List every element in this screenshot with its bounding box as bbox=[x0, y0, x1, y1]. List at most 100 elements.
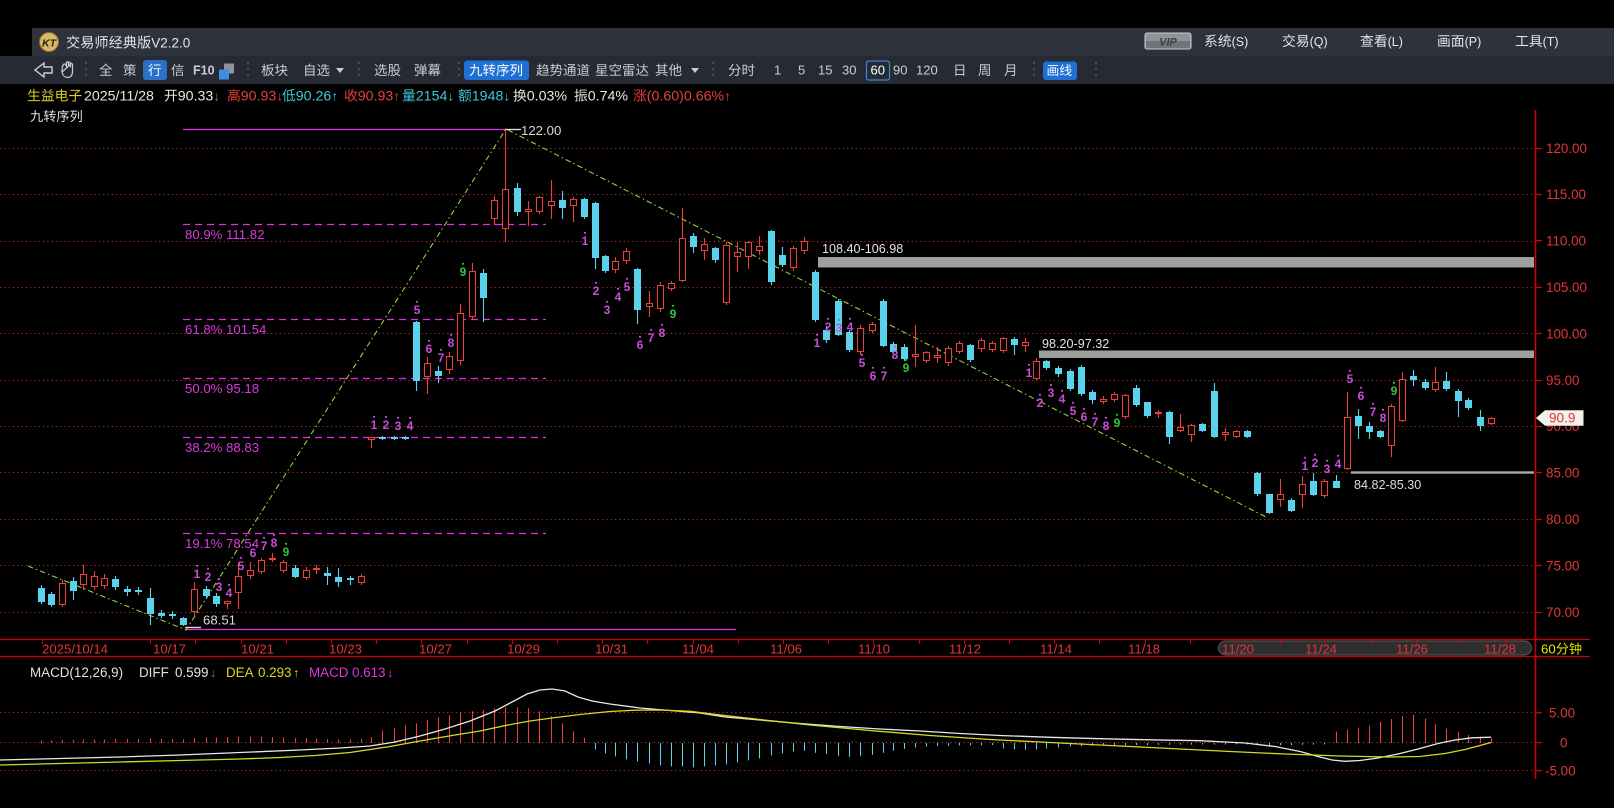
svg-text:2025/10/14: 2025/10/14 bbox=[42, 642, 108, 657]
svg-text:↓: ↓ bbox=[448, 89, 455, 104]
svg-text:8: 8 bbox=[448, 336, 455, 350]
svg-text:4: 4 bbox=[226, 586, 233, 600]
svg-text:2154: 2154 bbox=[416, 89, 448, 105]
svg-text:(T): (T) bbox=[1543, 35, 1559, 49]
svg-text:120.00: 120.00 bbox=[1546, 141, 1587, 156]
svg-text:3: 3 bbox=[395, 419, 402, 433]
svg-text:10/21: 10/21 bbox=[241, 642, 274, 657]
svg-text:8: 8 bbox=[659, 326, 666, 340]
svg-text:8: 8 bbox=[1380, 411, 1387, 425]
svg-text:↓: ↓ bbox=[210, 666, 216, 680]
svg-text:9: 9 bbox=[283, 545, 290, 559]
svg-text:120: 120 bbox=[916, 63, 938, 78]
svg-text:7: 7 bbox=[648, 331, 655, 345]
svg-text:9: 9 bbox=[460, 265, 467, 279]
svg-text:11/12: 11/12 bbox=[949, 642, 981, 657]
svg-text:4: 4 bbox=[1335, 457, 1342, 471]
svg-text:6: 6 bbox=[1358, 389, 1365, 403]
svg-text:7: 7 bbox=[261, 539, 268, 553]
svg-text:2: 2 bbox=[383, 418, 390, 432]
svg-text:3: 3 bbox=[604, 303, 611, 317]
svg-text:4: 4 bbox=[847, 320, 854, 334]
svg-text:11/28: 11/28 bbox=[1484, 642, 1516, 657]
svg-text:11/26: 11/26 bbox=[1396, 642, 1428, 657]
svg-text:10/23: 10/23 bbox=[329, 642, 362, 657]
svg-text:80.00: 80.00 bbox=[1546, 512, 1580, 527]
svg-text:3: 3 bbox=[1324, 462, 1331, 476]
svg-text:5: 5 bbox=[238, 559, 245, 573]
svg-text:11/10: 11/10 bbox=[858, 642, 890, 657]
svg-text:MACD: MACD bbox=[309, 665, 349, 680]
svg-text:110.00: 110.00 bbox=[1546, 234, 1586, 249]
svg-text:(P): (P) bbox=[1465, 35, 1482, 49]
svg-text:0.293: 0.293 bbox=[258, 665, 292, 680]
svg-text:11/20: 11/20 bbox=[1222, 642, 1254, 657]
svg-text:5.00: 5.00 bbox=[1549, 706, 1575, 721]
svg-text:6: 6 bbox=[250, 546, 257, 560]
svg-text:(0.60)0.66%: (0.60)0.66% bbox=[647, 89, 725, 105]
svg-text:84.82-85.30: 84.82-85.30 bbox=[1354, 478, 1421, 492]
svg-text:9: 9 bbox=[670, 307, 677, 321]
svg-text:5: 5 bbox=[1347, 372, 1354, 386]
svg-text:90.26: 90.26 bbox=[296, 89, 332, 105]
svg-text:10/17: 10/17 bbox=[153, 642, 186, 657]
svg-text:10/27: 10/27 bbox=[419, 642, 452, 657]
svg-text:98.20-97.32: 98.20-97.32 bbox=[1042, 337, 1109, 351]
svg-text:6: 6 bbox=[1081, 410, 1088, 424]
svg-text:↓: ↓ bbox=[277, 89, 284, 104]
svg-text:0.613: 0.613 bbox=[352, 665, 386, 680]
svg-text:VIP: VIP bbox=[1159, 37, 1177, 49]
svg-text:(L): (L) bbox=[1388, 35, 1403, 49]
svg-text:7: 7 bbox=[881, 369, 888, 383]
svg-text:50.0% 95.18: 50.0% 95.18 bbox=[185, 381, 259, 396]
svg-text:80.9% 111.82: 80.9% 111.82 bbox=[185, 227, 264, 242]
svg-text:75.00: 75.00 bbox=[1546, 558, 1580, 573]
svg-text:0: 0 bbox=[1560, 735, 1567, 750]
svg-text:6: 6 bbox=[870, 369, 877, 383]
svg-text:68.51: 68.51 bbox=[203, 613, 236, 628]
svg-text:7: 7 bbox=[1370, 405, 1377, 419]
svg-text:1: 1 bbox=[371, 418, 378, 432]
svg-text:11/14: 11/14 bbox=[1040, 642, 1072, 657]
svg-text:2: 2 bbox=[1037, 396, 1044, 410]
svg-text:8: 8 bbox=[892, 348, 899, 362]
svg-text:↑: ↑ bbox=[293, 666, 299, 680]
svg-text:9: 9 bbox=[1114, 416, 1121, 430]
svg-text:0.74%: 0.74% bbox=[588, 89, 629, 105]
svg-text:5: 5 bbox=[859, 356, 866, 370]
svg-text:95.00: 95.00 bbox=[1546, 373, 1580, 388]
svg-text:DIFF: DIFF bbox=[139, 665, 169, 680]
svg-text:↓: ↓ bbox=[504, 89, 511, 104]
svg-text:90: 90 bbox=[893, 63, 907, 78]
svg-text:15: 15 bbox=[818, 63, 832, 78]
svg-text:2: 2 bbox=[825, 320, 832, 334]
svg-text:10/29: 10/29 bbox=[507, 642, 540, 657]
svg-text:1: 1 bbox=[774, 63, 781, 78]
svg-text:1: 1 bbox=[1026, 366, 1033, 380]
svg-text:90.33: 90.33 bbox=[178, 89, 214, 105]
svg-text:V2.2.0: V2.2.0 bbox=[151, 36, 190, 51]
svg-text:60: 60 bbox=[1541, 642, 1556, 657]
svg-text:6: 6 bbox=[637, 338, 644, 352]
svg-text:105.00: 105.00 bbox=[1546, 280, 1587, 295]
svg-text:8: 8 bbox=[271, 536, 278, 550]
svg-text:5: 5 bbox=[414, 303, 421, 317]
svg-text:85.00: 85.00 bbox=[1546, 466, 1580, 481]
svg-text:-5.00: -5.00 bbox=[1545, 763, 1576, 778]
svg-text:30: 30 bbox=[842, 63, 856, 78]
svg-text:1: 1 bbox=[814, 336, 821, 350]
svg-text:90.93: 90.93 bbox=[241, 89, 277, 105]
svg-text:1: 1 bbox=[194, 567, 201, 581]
svg-text:↓: ↓ bbox=[214, 89, 221, 104]
svg-text:5: 5 bbox=[798, 63, 805, 78]
svg-text:↑: ↑ bbox=[394, 89, 401, 104]
svg-text:70.00: 70.00 bbox=[1546, 605, 1580, 620]
svg-text:4: 4 bbox=[615, 290, 622, 304]
svg-text:10/31: 10/31 bbox=[595, 642, 628, 657]
svg-text:2: 2 bbox=[205, 570, 212, 584]
svg-text:11/24: 11/24 bbox=[1305, 642, 1337, 657]
svg-text:KT: KT bbox=[42, 38, 58, 50]
svg-text:↑: ↑ bbox=[332, 89, 339, 104]
svg-text:↓: ↓ bbox=[387, 666, 393, 680]
svg-text:2: 2 bbox=[593, 284, 600, 298]
